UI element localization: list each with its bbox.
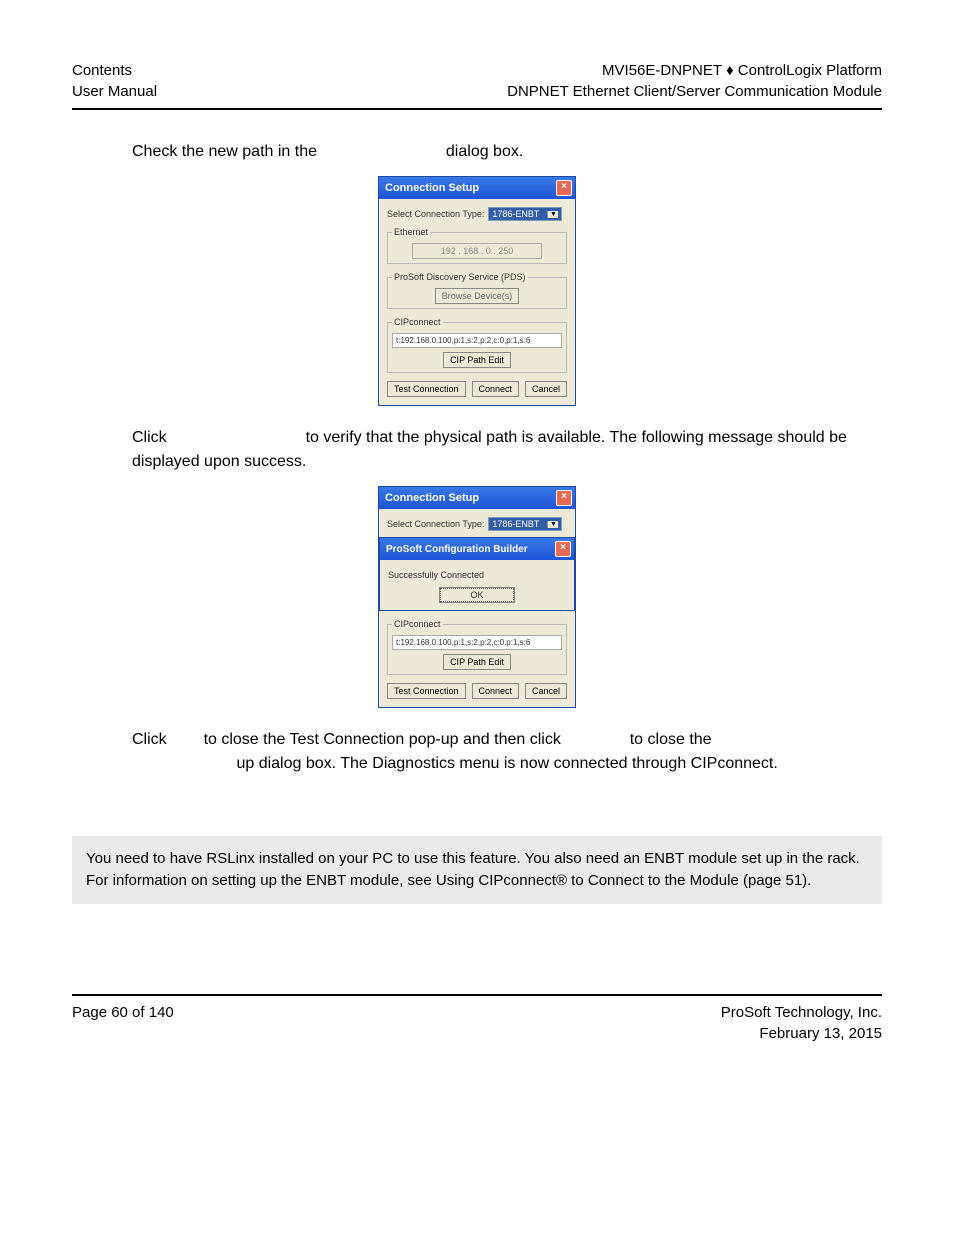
- ethernet-legend: Ethernet: [392, 227, 430, 237]
- cip-legend-2: CIPconnect: [392, 619, 443, 629]
- cip-path-field-2[interactable]: t:192.168.0.100,p:1,s:2,p:2,c:0,p:1,s:6: [392, 635, 562, 650]
- pds-legend: ProSoft Discovery Service (PDS): [392, 272, 528, 282]
- ethernet-fieldset: Ethernet 192 . 168 . 0 . 250: [387, 227, 567, 264]
- para1-text-b: dialog box.: [446, 143, 523, 160]
- close-icon[interactable]: ×: [556, 180, 572, 196]
- footer-page-number: Page 60 of 140: [72, 1002, 174, 1044]
- dialog2-wrap: Connection Setup × Select Connection Typ…: [72, 486, 882, 708]
- cancel-button[interactable]: Cancel: [525, 381, 567, 397]
- paragraph-1: Check the new path in the dialog box.: [132, 140, 882, 164]
- cip-legend: CIPconnect: [392, 317, 443, 327]
- cipconnect-fieldset: CIPconnect t:192.168.0.100,p:1,s:2,p:2,c…: [387, 317, 567, 373]
- header-product: MVI56E-DNPNET ♦ ControlLogix Platform: [602, 62, 882, 79]
- footer-company: ProSoft Technology, Inc.: [721, 1004, 882, 1021]
- footer-rule: [72, 994, 882, 996]
- pds-fieldset: ProSoft Discovery Service (PDS) Browse D…: [387, 272, 567, 309]
- dialog1-wrap: Connection Setup × Select Connection Typ…: [72, 176, 882, 406]
- footer-right: ProSoft Technology, Inc. February 13, 20…: [721, 1002, 882, 1044]
- dialog1-titlebar: Connection Setup ×: [379, 177, 575, 199]
- para1-text-a: Check the new path in the: [132, 143, 321, 160]
- dialog2-titlebar: Connection Setup ×: [379, 487, 575, 509]
- connect-button-2[interactable]: Connect: [472, 683, 520, 699]
- header-contents: Contents: [72, 62, 132, 79]
- popup-title: ProSoft Configuration Builder: [386, 544, 528, 555]
- footer-date: February 13, 2015: [759, 1025, 882, 1042]
- select-value-2: 1786-ENBT: [492, 519, 539, 529]
- header-left: Contents User Manual: [72, 60, 157, 102]
- paragraph-3: Click to close the Test Connection pop-u…: [132, 728, 882, 776]
- browse-devices-button[interactable]: Browse Device(s): [435, 288, 520, 304]
- select-row: Select Connection Type: 1786-ENBT ▼: [387, 207, 567, 221]
- cip-path-edit-button-2[interactable]: CIP Path Edit: [443, 654, 511, 670]
- test-connection-button[interactable]: Test Connection: [387, 381, 466, 397]
- select-row-2: Select Connection Type: 1786-ENBT ▼: [387, 517, 567, 531]
- page-footer: Page 60 of 140 ProSoft Technology, Inc. …: [72, 1002, 882, 1044]
- test-connection-button-2[interactable]: Test Connection: [387, 683, 466, 699]
- header-right: MVI56E-DNPNET ♦ ControlLogix Platform DN…: [507, 60, 882, 102]
- cancel-button-2[interactable]: Cancel: [525, 683, 567, 699]
- cipconnect-fieldset-2: CIPconnect t:192.168.0.100,p:1,s:2,p:2,c…: [387, 619, 567, 675]
- dialog1-title: Connection Setup: [385, 182, 479, 194]
- select-connection-label-2: Select Connection Type:: [387, 519, 484, 529]
- para3-text-c: to close the: [630, 731, 712, 748]
- document-page: Contents User Manual MVI56E-DNPNET ♦ Con…: [0, 0, 954, 1084]
- header-subtitle: DNPNET Ethernet Client/Server Communicat…: [507, 83, 882, 100]
- paragraph-2: Click to verify that the physical path i…: [132, 426, 882, 474]
- note-text: You need to have RSLinx installed on you…: [86, 850, 860, 889]
- dialog2-button-row: Test Connection Connect Cancel: [387, 683, 567, 699]
- popup-body: Successfully Connected OK: [380, 560, 574, 610]
- dialog2-title: Connection Setup: [385, 492, 479, 504]
- ok-button[interactable]: OK: [440, 588, 514, 602]
- select-connection-label: Select Connection Type:: [387, 209, 484, 219]
- connection-type-select-2[interactable]: 1786-ENBT ▼: [488, 517, 562, 531]
- para3-text-a: Click: [132, 731, 171, 748]
- popup-message: Successfully Connected: [388, 570, 484, 580]
- close-icon[interactable]: ×: [556, 490, 572, 506]
- para3-text-b: to close the Test Connection pop-up and …: [204, 731, 566, 748]
- connection-type-select[interactable]: 1786-ENBT ▼: [488, 207, 562, 221]
- para3-text-d: up dialog box. The Diagnostics menu is n…: [236, 755, 777, 772]
- chevron-down-icon: ▼: [547, 211, 558, 218]
- chevron-down-icon: ▼: [547, 521, 558, 528]
- cip-path-field[interactable]: t:192.168.0.100,p:1,s:2,p:2,c:0,p:1,s:6: [392, 333, 562, 348]
- dialog2-body: Select Connection Type: 1786-ENBT ▼ ProS…: [379, 509, 575, 707]
- para2-text-b: to verify that the physical path is avai…: [132, 429, 847, 470]
- cip-path-edit-button[interactable]: CIP Path Edit: [443, 352, 511, 368]
- ip-address-field[interactable]: 192 . 168 . 0 . 250: [412, 243, 542, 259]
- connection-setup-dialog-2: Connection Setup × Select Connection Typ…: [378, 486, 576, 708]
- success-popup: ProSoft Configuration Builder × Successf…: [379, 537, 575, 611]
- connect-button[interactable]: Connect: [472, 381, 520, 397]
- header-rule: [72, 108, 882, 110]
- dialog1-button-row: Test Connection Connect Cancel: [387, 381, 567, 397]
- popup-titlebar: ProSoft Configuration Builder ×: [380, 538, 574, 560]
- para2-text-a: Click: [132, 429, 171, 446]
- header-usermanual: User Manual: [72, 83, 157, 100]
- dialog1-body: Select Connection Type: 1786-ENBT ▼ Ethe…: [379, 199, 575, 405]
- close-icon[interactable]: ×: [555, 541, 571, 557]
- note-box: You need to have RSLinx installed on you…: [72, 836, 882, 904]
- connection-setup-dialog: Connection Setup × Select Connection Typ…: [378, 176, 576, 406]
- page-header: Contents User Manual MVI56E-DNPNET ♦ Con…: [72, 60, 882, 102]
- select-value: 1786-ENBT: [492, 209, 539, 219]
